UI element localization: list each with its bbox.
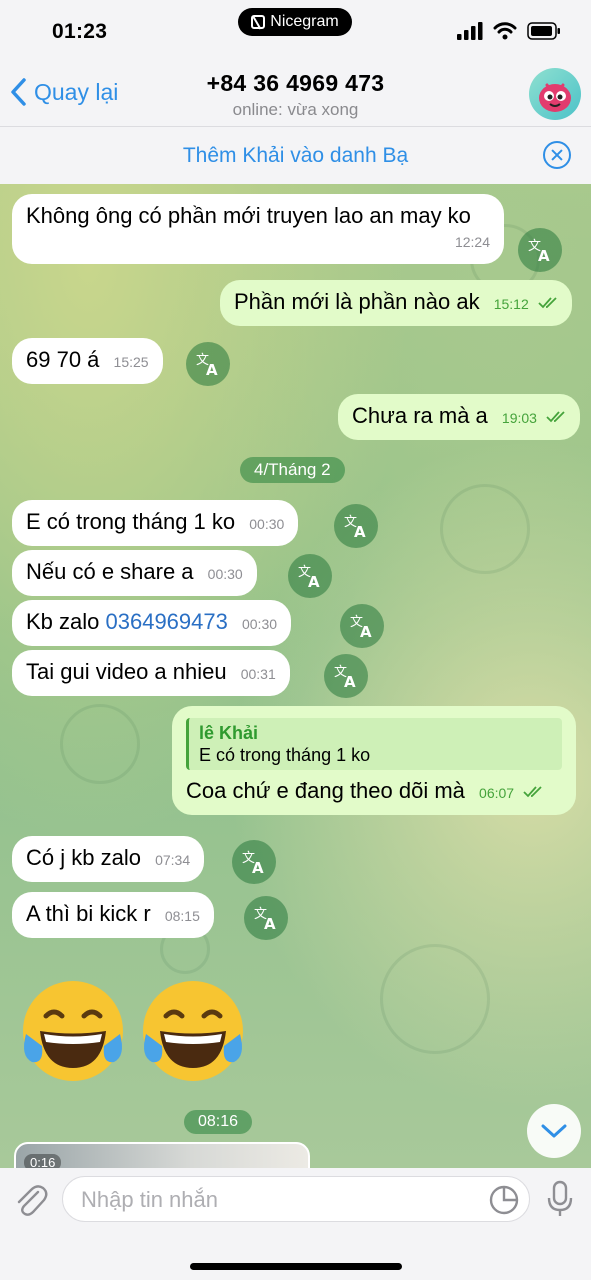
background-doodle: [60, 704, 140, 784]
message-text: Không ông có phần mới truyen lao an may …: [26, 203, 471, 228]
microphone-icon[interactable]: [546, 1180, 574, 1218]
translate-icon: 文A: [254, 907, 276, 931]
svg-text:A: A: [252, 859, 264, 875]
system-icons: [457, 22, 561, 40]
svg-text:A: A: [206, 361, 218, 377]
translate-button[interactable]: 文A: [186, 342, 230, 386]
signal-icon: [457, 22, 483, 40]
reply-quote[interactable]: lê Khải E có trong tháng 1 ko: [186, 718, 562, 770]
tears-of-joy-emoji-icon[interactable]: [18, 976, 128, 1086]
message-time: 15:25: [113, 354, 149, 370]
translate-button[interactable]: 文A: [244, 896, 288, 940]
double-check-icon: [546, 411, 565, 423]
message-bubble[interactable]: 69 70 á 15:25: [12, 338, 163, 384]
message-text: Nếu có e share a: [26, 559, 194, 584]
svg-text:A: A: [264, 915, 276, 931]
svg-text:A: A: [354, 523, 366, 539]
status-bar: 01:23 Nicegram: [0, 0, 591, 60]
message-time: 07:34: [155, 852, 191, 868]
translate-icon: 文A: [242, 851, 264, 875]
date-separator: 4/Tháng 2: [240, 457, 345, 483]
message-text: Chưa ra mà a: [352, 403, 488, 428]
translate-button[interactable]: 文A: [340, 604, 384, 648]
message-time: 15:12: [493, 296, 529, 312]
translate-button[interactable]: 文A: [324, 654, 368, 698]
home-indicator: [190, 1263, 402, 1270]
close-circle-icon[interactable]: [543, 141, 571, 169]
message-text: E có trong tháng 1 ko: [26, 509, 236, 534]
translate-button[interactable]: 文A: [232, 840, 276, 884]
message-bubble[interactable]: E có trong tháng 1 ko 00:30: [12, 500, 299, 546]
message-bubble[interactable]: Không ông có phần mới truyen lao an may …: [12, 194, 504, 264]
message-time: 12:24: [454, 234, 490, 250]
avatar[interactable]: [529, 68, 581, 120]
nicegram-logo-icon: [251, 15, 266, 29]
sticker-icon[interactable]: [488, 1184, 520, 1216]
svg-text:A: A: [538, 247, 550, 263]
translate-icon: 文A: [298, 565, 320, 589]
translate-button[interactable]: 文A: [334, 504, 378, 548]
emoji-time-chip: 08:16: [184, 1110, 253, 1134]
message-text: 69 70 á: [26, 347, 100, 372]
paperclip-icon[interactable]: [14, 1182, 48, 1218]
chevron-down-icon: [541, 1124, 567, 1138]
translate-icon: 文A: [196, 353, 218, 377]
double-check-icon: [523, 786, 542, 798]
svg-text:A: A: [360, 623, 372, 639]
add-contact-link[interactable]: Thêm Khải vào danh Bạ: [0, 144, 591, 168]
message-text: Phần mới là phần nào ak: [234, 289, 480, 314]
message-text-prefix: Kb zalo: [26, 609, 106, 634]
dynamic-island: Nicegram: [238, 8, 352, 36]
message-time: 00:30: [249, 516, 285, 532]
message-time: 06:07: [479, 785, 515, 801]
status-time: 01:23: [52, 20, 108, 43]
message-bubble[interactable]: lê Khải E có trong tháng 1 ko Coa chứ e …: [172, 706, 576, 815]
translate-icon: 文A: [334, 665, 356, 689]
message-time: 19:03: [501, 410, 537, 426]
tears-of-joy-emoji-icon[interactable]: [138, 976, 248, 1086]
message-bubble[interactable]: A thì bi kick r 08:15: [12, 892, 214, 938]
svg-text:A: A: [308, 573, 320, 589]
svg-text:A: A: [344, 673, 356, 689]
background-doodle: [440, 484, 530, 574]
message-bubble[interactable]: Chưa ra mà a 19:03: [338, 394, 581, 440]
message-bubble[interactable]: Có j kb zalo 07:34: [12, 836, 205, 882]
message-time: 08:15: [164, 908, 200, 924]
background-doodle: [380, 944, 490, 1054]
reply-text: E có trong tháng 1 ko: [199, 745, 371, 765]
video-duration: 0:16: [24, 1154, 62, 1168]
chat-header: Quay lại +84 36 4969 473 online: vừa xon…: [0, 60, 591, 126]
battery-icon: [527, 22, 560, 40]
double-check-icon: [538, 297, 557, 309]
message-text: A thì bi kick r: [26, 901, 151, 926]
message-bubble[interactable]: Kb zalo 0364969473 00:30: [12, 600, 292, 646]
translate-button[interactable]: 文A: [518, 228, 562, 272]
avatar-character-icon: [539, 83, 571, 112]
message-text: Coa chứ e đang theo dõi mà: [186, 778, 465, 803]
message-input[interactable]: Nhập tin nhắn: [62, 1176, 530, 1222]
message-time: 00:30: [207, 566, 243, 582]
scroll-down-button[interactable]: [527, 1104, 581, 1158]
add-contact-bar: Thêm Khải vào danh Bạ: [0, 126, 591, 184]
translate-button[interactable]: 文A: [288, 554, 332, 598]
message-time: 00:30: [241, 616, 278, 632]
contact-status: online: vừa xong: [232, 100, 359, 119]
reply-author: lê Khải: [199, 723, 259, 743]
message-bubble[interactable]: Phần mới là phần nào ak 15:12: [220, 280, 572, 326]
video-message[interactable]: 0:16: [14, 1142, 310, 1168]
translate-icon: 文A: [528, 239, 550, 263]
message-bubble[interactable]: Tai gui video a nhieu 00:31: [12, 650, 290, 696]
message-bubble[interactable]: Nếu có e share a 00:30: [12, 550, 257, 596]
translate-icon: 文A: [344, 515, 366, 539]
contact-title[interactable]: +84 36 4969 473: [0, 70, 591, 97]
phone-link[interactable]: 0364969473: [106, 609, 228, 634]
message-time: 00:31: [240, 666, 276, 682]
wifi-icon: [493, 22, 517, 40]
message-text: Có j kb zalo: [26, 845, 141, 870]
message-text: Tai gui video a nhieu: [26, 659, 227, 684]
message-input-bar: Nhập tin nhắn: [0, 1168, 591, 1280]
translate-icon: 文A: [350, 615, 372, 639]
chat-area[interactable]: Không ông có phần mới truyen lao an may …: [0, 184, 591, 1168]
dynamic-island-label: Nicegram: [270, 13, 339, 30]
